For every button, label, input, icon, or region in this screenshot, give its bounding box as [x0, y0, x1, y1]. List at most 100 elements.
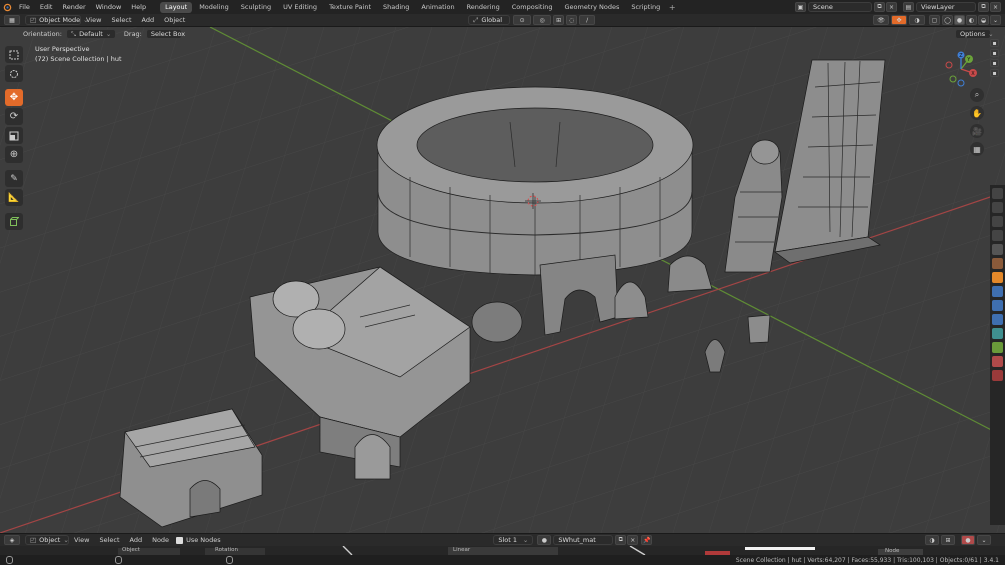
- tab-layout[interactable]: Layout: [160, 1, 193, 13]
- menu-object[interactable]: Object: [159, 13, 190, 27]
- perspective-grid-icon[interactable]: ▦: [970, 142, 984, 156]
- rotate-tool-icon[interactable]: ⟳: [5, 108, 23, 125]
- menu-window[interactable]: Window: [91, 0, 127, 14]
- viewport-light-icon[interactable]: ▪: [990, 49, 999, 57]
- zoom-icon[interactable]: ⌕: [970, 88, 984, 102]
- gizmo-toggle-icon[interactable]: ✥: [891, 15, 908, 25]
- tab-compositing[interactable]: Compositing: [507, 2, 558, 13]
- add-workspace-icon[interactable]: +: [666, 2, 678, 13]
- move-tool-icon[interactable]: ✥: [5, 89, 23, 106]
- menu-file[interactable]: File: [14, 0, 35, 14]
- pan-hand-icon[interactable]: ✋: [970, 106, 984, 120]
- viewport-lock-icon[interactable]: ▪: [990, 59, 999, 67]
- tab-rendering[interactable]: Rendering: [462, 2, 505, 13]
- falloff-icon[interactable]: ∕: [579, 15, 596, 25]
- pin-icon[interactable]: 📌: [641, 535, 653, 545]
- render-properties-icon[interactable]: [992, 202, 1003, 213]
- texture-properties-icon[interactable]: [992, 370, 1003, 381]
- node-editor-canvas[interactable]: Object Rotation Linear Node: [0, 546, 1005, 555]
- snap-target-icon[interactable]: ⊞: [553, 15, 565, 25]
- menu-add[interactable]: Add: [137, 13, 160, 27]
- viewport-render-icon[interactable]: ▪: [990, 69, 999, 77]
- 3d-viewport[interactable]: User Perspective (72) Scene Collection |…: [0, 27, 1005, 533]
- proportional-edit-icon[interactable]: ◌: [566, 15, 578, 25]
- material-name-field[interactable]: SWhut_mat: [553, 535, 614, 545]
- modifier-properties-icon[interactable]: [992, 286, 1003, 297]
- scene-properties-icon[interactable]: [992, 244, 1003, 255]
- material-slot-selector[interactable]: Slot 1 ⌄: [493, 535, 534, 545]
- delete-viewlayer-icon[interactable]: ×: [990, 2, 1001, 12]
- editor-type-icon[interactable]: ▦: [4, 15, 20, 25]
- viewlayer-browse-icon[interactable]: ▤: [903, 2, 914, 12]
- material-browse-icon[interactable]: ●: [537, 535, 552, 545]
- node-field-rotation[interactable]: Rotation: [215, 547, 238, 553]
- tab-texture-paint[interactable]: Texture Paint: [324, 2, 376, 13]
- menu-view[interactable]: View: [81, 13, 106, 27]
- select-box-tool-icon[interactable]: [5, 46, 23, 63]
- world-properties-icon[interactable]: [992, 258, 1003, 269]
- use-nodes-checkbox[interactable]: Use Nodes: [176, 536, 221, 544]
- shading-wireframe-icon[interactable]: ◯: [942, 15, 954, 25]
- data-properties-icon[interactable]: [992, 342, 1003, 353]
- visibility-icon[interactable]: 👁: [873, 15, 890, 25]
- tab-sculpting[interactable]: Sculpting: [236, 2, 276, 13]
- node-menu-node[interactable]: Node: [147, 533, 174, 547]
- shading-solid-icon[interactable]: ●: [954, 15, 966, 25]
- tool-properties-icon[interactable]: [992, 188, 1003, 199]
- menu-render[interactable]: Render: [57, 0, 90, 14]
- shading-options-icon[interactable]: ⌄: [990, 15, 1002, 25]
- menu-help[interactable]: Help: [126, 0, 151, 14]
- mode-selector[interactable]: ◰ Object Mode ⌄: [25, 15, 89, 25]
- scale-tool-icon[interactable]: [5, 127, 23, 144]
- node-menu-view[interactable]: View: [69, 533, 94, 547]
- menu-select[interactable]: Select: [106, 13, 136, 27]
- tab-animation[interactable]: Animation: [416, 2, 459, 13]
- material-copy-icon[interactable]: ⧉: [615, 535, 627, 545]
- view-layer-properties-icon[interactable]: [992, 230, 1003, 241]
- shading-material-icon[interactable]: ◐: [966, 15, 978, 25]
- new-viewlayer-icon[interactable]: ⧉: [978, 2, 989, 12]
- ring-arena[interactable]: [376, 86, 694, 276]
- tab-shading[interactable]: Shading: [378, 2, 414, 13]
- physics-properties-icon[interactable]: [992, 314, 1003, 325]
- output-properties-icon[interactable]: [992, 216, 1003, 227]
- node-field-object[interactable]: Object: [122, 547, 140, 553]
- node-menu-select[interactable]: Select: [94, 533, 124, 547]
- xray-icon[interactable]: ▢: [929, 15, 941, 25]
- shading-rendered-icon[interactable]: ◒: [978, 15, 990, 25]
- node-overlay-icon[interactable]: ◑: [925, 535, 939, 545]
- node-field-node[interactable]: Node: [885, 548, 899, 554]
- viewlayer-selector[interactable]: ViewLayer: [916, 2, 976, 12]
- snap-icon[interactable]: ◎: [533, 15, 552, 25]
- object-properties-icon[interactable]: [992, 272, 1003, 283]
- scene-selector[interactable]: Scene: [808, 2, 872, 12]
- tab-geometry-nodes[interactable]: Geometry Nodes: [560, 2, 625, 13]
- options-dropdown[interactable]: Options ⌄: [955, 29, 994, 39]
- node-field-linear[interactable]: Linear: [453, 547, 470, 553]
- tab-modeling[interactable]: Modeling: [194, 2, 234, 13]
- tab-scripting[interactable]: Scripting: [626, 2, 665, 13]
- new-scene-icon[interactable]: ⧉: [874, 2, 885, 12]
- node-mode-selector[interactable]: ◰ Object ⌄: [25, 535, 69, 545]
- cursor-tool-icon[interactable]: [5, 65, 23, 82]
- tab-uv-editing[interactable]: UV Editing: [278, 2, 322, 13]
- scene-browse-icon[interactable]: ▣: [795, 2, 806, 12]
- node-snap-icon[interactable]: ⊞: [941, 535, 955, 545]
- transform-tool-icon[interactable]: ⊕: [5, 146, 23, 163]
- node-render-icon[interactable]: ●: [961, 535, 975, 545]
- node-options-icon[interactable]: ⌄: [977, 535, 991, 545]
- delete-scene-icon[interactable]: ×: [886, 2, 897, 12]
- blender-logo-icon[interactable]: [0, 0, 14, 14]
- pivot-point-icon[interactable]: ⊙: [513, 15, 532, 25]
- add-cube-tool-icon[interactable]: [5, 213, 23, 230]
- node-menu-add[interactable]: Add: [125, 533, 148, 547]
- constraints-properties-icon[interactable]: [992, 328, 1003, 339]
- transform-orientation-selector[interactable]: ⤢ Global: [468, 15, 511, 25]
- material-properties-icon[interactable]: [992, 356, 1003, 367]
- orientation-selector[interactable]: ⤡ Default ⌄: [65, 29, 116, 39]
- material-unlink-icon[interactable]: ×: [627, 535, 639, 545]
- particles-properties-icon[interactable]: [992, 300, 1003, 311]
- drag-selector[interactable]: Select Box: [145, 29, 185, 39]
- camera-view-icon[interactable]: 🎥: [970, 124, 984, 138]
- annotate-tool-icon[interactable]: ✎: [5, 170, 23, 187]
